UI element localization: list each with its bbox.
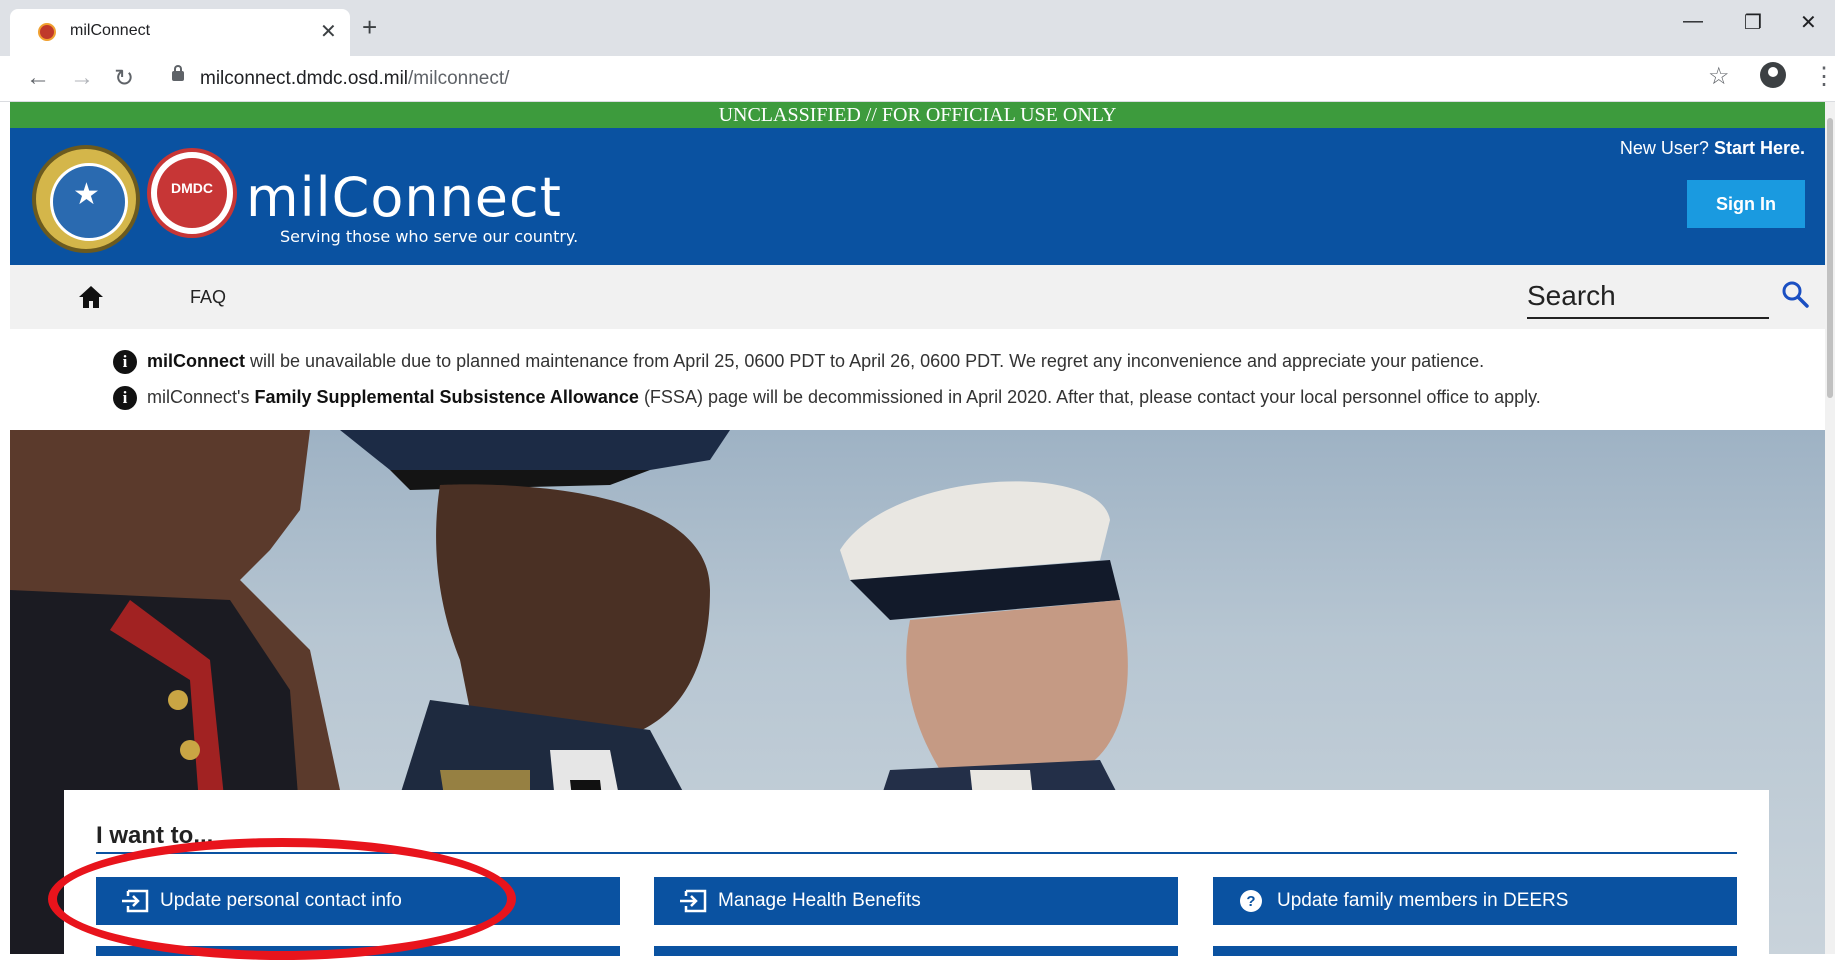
scrollbar-thumb[interactable] bbox=[1827, 118, 1833, 398]
next-row-button[interactable] bbox=[654, 946, 1178, 956]
url-text: milconnect.dmdc.osd.mil/milconnect/ bbox=[200, 68, 510, 89]
home-icon[interactable] bbox=[78, 285, 104, 309]
bookmark-star-icon[interactable]: ☆ bbox=[1708, 62, 1730, 91]
search-icon[interactable] bbox=[1780, 279, 1810, 309]
update-family-deers-button[interactable]: ? Update family members in DEERS bbox=[1213, 877, 1737, 925]
site-title[interactable]: milConnect bbox=[246, 166, 562, 229]
i-want-to-panel: I want to... Update personal contact inf… bbox=[64, 790, 1769, 956]
back-icon[interactable]: ← bbox=[26, 64, 50, 92]
heading-divider bbox=[96, 852, 1737, 854]
sign-in-icon bbox=[680, 889, 707, 913]
lock-icon bbox=[172, 65, 184, 81]
update-contact-info-button[interactable]: Update personal contact info bbox=[96, 877, 620, 925]
browser-toolbar: ← → ↻ milconnect.dmdc.osd.mil/milconnect… bbox=[0, 56, 1835, 102]
account-icon[interactable] bbox=[1760, 62, 1786, 88]
classification-banner: UNCLASSIFIED // FOR OFFICIAL USE ONLY bbox=[10, 102, 1825, 128]
dmdc-seal-logo: DMDC bbox=[147, 148, 237, 238]
info-icon: i bbox=[113, 350, 137, 374]
restore-icon[interactable]: ❐ bbox=[1744, 10, 1762, 35]
menu-dots-icon[interactable]: ⋮ bbox=[1812, 62, 1835, 91]
manage-health-benefits-button[interactable]: Manage Health Benefits bbox=[654, 877, 1178, 925]
next-row-button[interactable] bbox=[96, 946, 620, 956]
svg-text:?: ? bbox=[1246, 893, 1255, 910]
site-header: DMDC milConnect Serving those who serve … bbox=[10, 128, 1825, 265]
i-want-to-heading: I want to... bbox=[96, 822, 214, 849]
tab-title: milConnect bbox=[70, 22, 151, 39]
browser-tab-strip: milConnect ✕ + — ❐ ✕ bbox=[0, 0, 1835, 56]
next-row-button[interactable] bbox=[1213, 946, 1737, 956]
dod-seal-logo bbox=[32, 145, 140, 253]
start-here-link[interactable]: Start Here. bbox=[1714, 138, 1805, 158]
reload-icon[interactable]: ↻ bbox=[114, 64, 134, 93]
address-bar[interactable]: milconnect.dmdc.osd.mil/milconnect/ bbox=[160, 62, 1720, 96]
new-user-text: New User? Start Here. bbox=[1619, 138, 1805, 158]
browser-tab[interactable]: milConnect ✕ bbox=[10, 9, 350, 56]
sign-in-icon bbox=[122, 889, 149, 913]
close-tab-icon[interactable]: ✕ bbox=[320, 19, 337, 44]
new-tab-icon[interactable]: + bbox=[362, 12, 377, 43]
help-circle-icon: ? bbox=[1240, 890, 1262, 912]
forward-icon[interactable]: → bbox=[70, 64, 94, 92]
close-window-icon[interactable]: ✕ bbox=[1800, 10, 1817, 35]
info-icon: i bbox=[113, 386, 137, 410]
faq-link[interactable]: FAQ bbox=[190, 287, 226, 308]
site-tagline: Serving those who serve our country. bbox=[280, 227, 579, 246]
main-nav: FAQ bbox=[10, 265, 1825, 329]
minimize-icon[interactable]: — bbox=[1683, 10, 1703, 33]
sign-in-button[interactable]: Sign In bbox=[1687, 180, 1805, 228]
site-favicon-icon bbox=[38, 23, 56, 41]
search-input[interactable] bbox=[1527, 275, 1769, 319]
